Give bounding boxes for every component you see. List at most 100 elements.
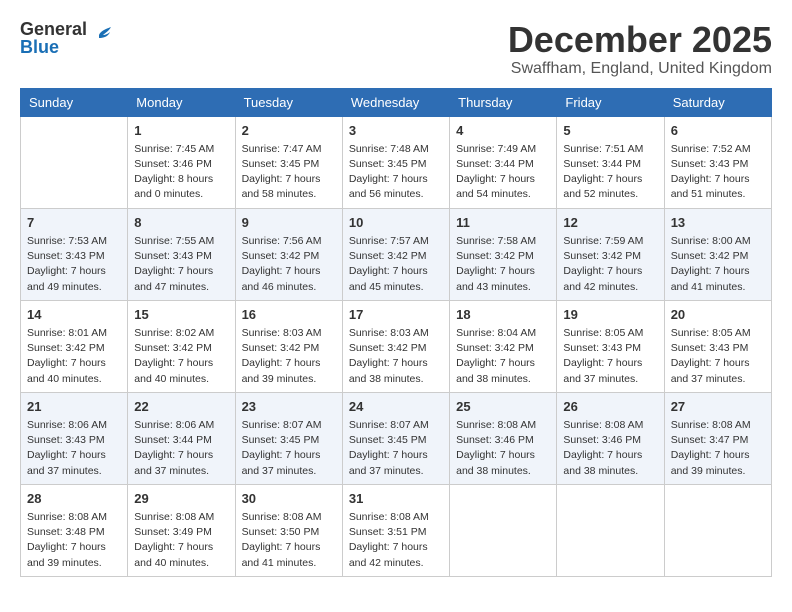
week-row-2: 7 Sunrise: 7:53 AMSunset: 3:43 PMDaylight… [21, 208, 772, 300]
day-number: 25 [456, 398, 550, 416]
day-number: 16 [242, 306, 336, 324]
day-number: 9 [242, 214, 336, 232]
calendar-cell: 13 Sunrise: 8:00 AMSunset: 3:42 PMDayligh… [664, 208, 771, 300]
day-number: 26 [563, 398, 657, 416]
day-info: Sunrise: 7:58 AMSunset: 3:42 PMDaylight:… [456, 234, 550, 295]
calendar-cell: 15Sunrise: 8:02 AMSunset: 3:42 PMDayligh… [128, 300, 235, 392]
day-info: Sunrise: 7:57 AMSunset: 3:42 PMDaylight:… [349, 234, 443, 295]
day-number: 12 [563, 214, 657, 232]
day-info: Sunrise: 8:01 AMSunset: 3:42 PMDaylight:… [27, 326, 121, 387]
calendar-table: SundayMondayTuesdayWednesdayThursdayFrid… [20, 88, 772, 577]
day-number: 20 [671, 306, 765, 324]
calendar-cell: 2 Sunrise: 7:47 AMSunset: 3:45 PMDaylight… [235, 116, 342, 208]
calendar-cell: 4Sunrise: 7:49 AMSunset: 3:44 PMDaylight… [450, 116, 557, 208]
calendar-cell: 25 Sunrise: 8:08 AMSunset: 3:46 PMDayligh… [450, 392, 557, 484]
calendar-cell: 19 Sunrise: 8:05 AMSunset: 3:43 PMDayligh… [557, 300, 664, 392]
day-info: Sunrise: 8:08 AMSunset: 3:47 PMDaylight:… [671, 418, 765, 479]
day-info: Sunrise: 7:53 AMSunset: 3:43 PMDaylight:… [27, 234, 121, 295]
calendar-cell: 8 Sunrise: 7:55 AMSunset: 3:43 PMDaylight… [128, 208, 235, 300]
calendar-cell: 29 Sunrise: 8:08 AMSunset: 3:49 PMDayligh… [128, 484, 235, 576]
location-text: Swaffham, England, United Kingdom [508, 60, 772, 78]
day-info: Sunrise: 7:45 AMSunset: 3:46 PMDaylight:… [134, 142, 228, 203]
day-number: 29 [134, 490, 228, 508]
week-row-1: 1 Sunrise: 7:45 AMSunset: 3:46 PMDaylight… [21, 116, 772, 208]
calendar-cell: 12 Sunrise: 7:59 AMSunset: 3:42 PMDayligh… [557, 208, 664, 300]
day-number: 2 [242, 122, 336, 140]
day-number: 7 [27, 214, 121, 232]
calendar-cell: 6Sunrise: 7:52 AMSunset: 3:43 PMDaylight… [664, 116, 771, 208]
calendar-cell: 5 Sunrise: 7:51 AMSunset: 3:44 PMDaylight… [557, 116, 664, 208]
header-day-wednesday: Wednesday [342, 88, 449, 116]
day-info: Sunrise: 8:07 AMSunset: 3:45 PMDaylight:… [349, 418, 443, 479]
calendar-cell: 7 Sunrise: 7:53 AMSunset: 3:43 PMDaylight… [21, 208, 128, 300]
day-info: Sunrise: 8:08 AMSunset: 3:49 PMDaylight:… [134, 510, 228, 571]
day-info: Sunrise: 7:56 AMSunset: 3:42 PMDaylight:… [242, 234, 336, 295]
calendar-cell: 27 Sunrise: 8:08 AMSunset: 3:47 PMDayligh… [664, 392, 771, 484]
day-info: Sunrise: 8:08 AMSunset: 3:48 PMDaylight:… [27, 510, 121, 571]
calendar-cell [557, 484, 664, 576]
day-number: 8 [134, 214, 228, 232]
day-info: Sunrise: 8:02 AMSunset: 3:42 PMDaylight:… [134, 326, 228, 387]
day-number: 28 [27, 490, 121, 508]
day-number: 4 [456, 122, 550, 140]
calendar-cell: 20 Sunrise: 8:05 AMSunset: 3:43 PMDayligh… [664, 300, 771, 392]
logo-general-text: General [20, 20, 87, 38]
day-info: Sunrise: 8:06 AMSunset: 3:44 PMDaylight:… [134, 418, 228, 479]
day-number: 10 [349, 214, 443, 232]
header-day-tuesday: Tuesday [235, 88, 342, 116]
calendar-cell: 16 Sunrise: 8:03 AMSunset: 3:42 PMDayligh… [235, 300, 342, 392]
day-info: Sunrise: 7:51 AMSunset: 3:44 PMDaylight:… [563, 142, 657, 203]
day-info: Sunrise: 7:47 AMSunset: 3:45 PMDaylight:… [242, 142, 336, 203]
title-area: December 2025 Swaffham, England, United … [508, 20, 772, 78]
day-number: 13 [671, 214, 765, 232]
day-number: 30 [242, 490, 336, 508]
header-day-friday: Friday [557, 88, 664, 116]
page-header: General Blue December 2025 Swaffham, Eng… [20, 20, 772, 78]
calendar-cell: 28 Sunrise: 8:08 AMSunset: 3:48 PMDayligh… [21, 484, 128, 576]
calendar-cell [21, 116, 128, 208]
header-row: SundayMondayTuesdayWednesdayThursdayFrid… [21, 88, 772, 116]
day-number: 14 [27, 306, 121, 324]
calendar-cell: 26 Sunrise: 8:08 AMSunset: 3:46 PMDayligh… [557, 392, 664, 484]
month-title: December 2025 [508, 20, 772, 60]
calendar-cell: 22 Sunrise: 8:06 AMSunset: 3:44 PMDayligh… [128, 392, 235, 484]
day-number: 22 [134, 398, 228, 416]
calendar-cell: 31Sunrise: 8:08 AMSunset: 3:51 PMDayligh… [342, 484, 449, 576]
calendar-cell: 18 Sunrise: 8:04 AMSunset: 3:42 PMDayligh… [450, 300, 557, 392]
day-info: Sunrise: 7:55 AMSunset: 3:43 PMDaylight:… [134, 234, 228, 295]
logo: General Blue [20, 20, 113, 56]
calendar-cell [664, 484, 771, 576]
day-number: 24 [349, 398, 443, 416]
day-number: 5 [563, 122, 657, 140]
day-info: Sunrise: 8:05 AMSunset: 3:43 PMDaylight:… [671, 326, 765, 387]
header-day-monday: Monday [128, 88, 235, 116]
day-number: 19 [563, 306, 657, 324]
day-info: Sunrise: 7:52 AMSunset: 3:43 PMDaylight:… [671, 142, 765, 203]
calendar-cell [450, 484, 557, 576]
day-info: Sunrise: 8:08 AMSunset: 3:46 PMDaylight:… [563, 418, 657, 479]
day-number: 18 [456, 306, 550, 324]
day-info: Sunrise: 8:03 AMSunset: 3:42 PMDaylight:… [242, 326, 336, 387]
calendar-cell: 30Sunrise: 8:08 AMSunset: 3:50 PMDayligh… [235, 484, 342, 576]
day-number: 11 [456, 214, 550, 232]
logo-blue-text: Blue [20, 38, 87, 56]
calendar-cell: 14 Sunrise: 8:01 AMSunset: 3:42 PMDayligh… [21, 300, 128, 392]
calendar-cell: 24 Sunrise: 8:07 AMSunset: 3:45 PMDayligh… [342, 392, 449, 484]
header-day-thursday: Thursday [450, 88, 557, 116]
day-info: Sunrise: 7:59 AMSunset: 3:42 PMDaylight:… [563, 234, 657, 295]
day-number: 21 [27, 398, 121, 416]
day-info: Sunrise: 8:04 AMSunset: 3:42 PMDaylight:… [456, 326, 550, 387]
logo-bird-icon [91, 25, 113, 47]
day-number: 1 [134, 122, 228, 140]
calendar-cell: 1 Sunrise: 7:45 AMSunset: 3:46 PMDaylight… [128, 116, 235, 208]
header-day-saturday: Saturday [664, 88, 771, 116]
day-info: Sunrise: 7:48 AMSunset: 3:45 PMDaylight:… [349, 142, 443, 203]
day-number: 27 [671, 398, 765, 416]
day-info: Sunrise: 8:08 AMSunset: 3:46 PMDaylight:… [456, 418, 550, 479]
week-row-3: 14 Sunrise: 8:01 AMSunset: 3:42 PMDayligh… [21, 300, 772, 392]
day-info: Sunrise: 8:00 AMSunset: 3:42 PMDaylight:… [671, 234, 765, 295]
calendar-cell: 17Sunrise: 8:03 AMSunset: 3:42 PMDayligh… [342, 300, 449, 392]
calendar-cell: 9 Sunrise: 7:56 AMSunset: 3:42 PMDaylight… [235, 208, 342, 300]
day-info: Sunrise: 8:05 AMSunset: 3:43 PMDaylight:… [563, 326, 657, 387]
day-number: 31 [349, 490, 443, 508]
